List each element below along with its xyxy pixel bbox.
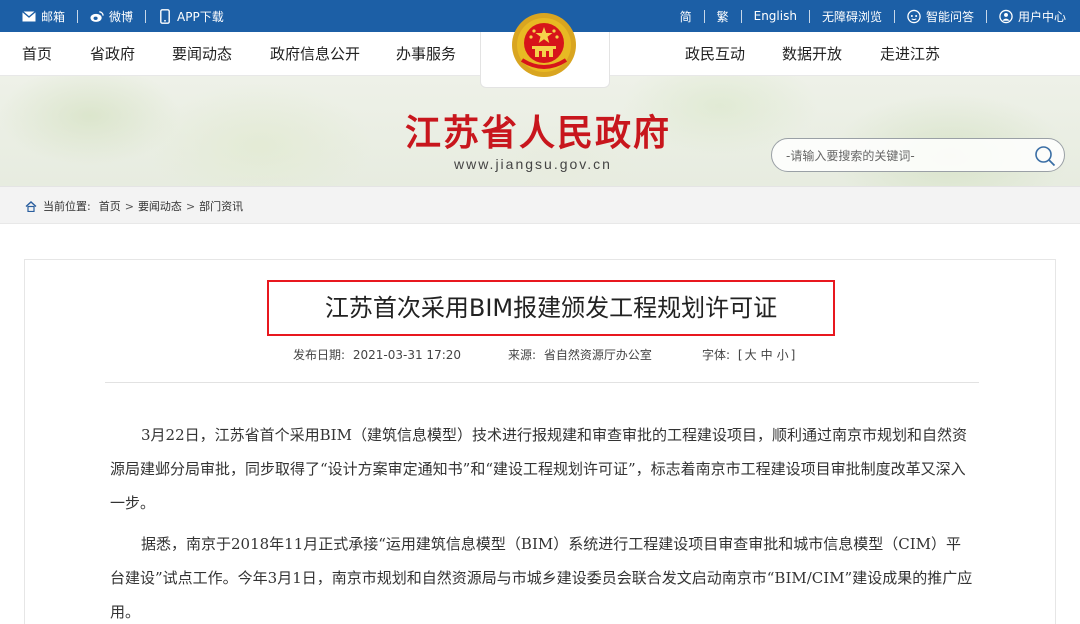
breadcrumb: 当前位置: 首页 > 要闻动态 > 部门资讯 (0, 186, 1080, 224)
user-center-label: 用户中心 (1017, 9, 1066, 24)
divider (77, 9, 79, 23)
article-paragraph: 3月22日，江苏省首个采用BIM（建筑信息模型）技术进行报规建和审查审批的工程建… (110, 426, 967, 512)
search-box (771, 138, 1065, 172)
font-size-small-button[interactable]: 小 (777, 348, 789, 362)
english-link[interactable]: English (754, 9, 797, 23)
article-title: 江苏首次采用BIM报建颁发工程规划许可证 (324, 294, 778, 322)
article-paragraph: 据悉，南京于2018年11月正式承接“运用建筑信息模型（BIM）系统进行工程建设… (110, 535, 973, 621)
title-divider (105, 382, 979, 383)
breadcrumb-news[interactable]: 要闻动态 (138, 198, 182, 214)
home-icon (25, 200, 37, 212)
source-label: 来源: (508, 348, 537, 362)
user-icon (999, 9, 1013, 23)
divider (740, 9, 742, 23)
breadcrumb-separator: > (185, 199, 196, 213)
font-size-bracket-close: ] (790, 348, 796, 362)
app-download-link[interactable]: APP下载 (158, 8, 224, 25)
breadcrumb-label: 当前位置: (43, 200, 91, 213)
breadcrumb-home[interactable]: 首页 (99, 198, 121, 214)
simplified-chinese-link[interactable]: 简 (680, 8, 692, 25)
font-size-large-button[interactable]: 大 (745, 348, 757, 362)
font-size-label: 字体: (702, 348, 731, 362)
divider (985, 9, 987, 23)
divider (145, 9, 147, 23)
mail-label: 邮箱 (41, 9, 66, 24)
nav-services[interactable]: 办事服务 (396, 32, 456, 76)
font-size-control: 字体: [大中小] (702, 346, 795, 363)
publish-date: 发布日期: 2021-03-31 17:20 (293, 346, 461, 363)
search-icon[interactable] (1034, 145, 1056, 167)
search-input[interactable] (786, 146, 1026, 166)
phone-icon (158, 8, 172, 24)
publish-date-label: 发布日期: (293, 348, 346, 362)
nav-open-data[interactable]: 数据开放 (782, 32, 842, 76)
divider (703, 9, 705, 23)
national-emblem-icon[interactable] (509, 10, 579, 80)
smart-qa-link[interactable]: 智能问答 (907, 8, 974, 25)
smart-qa-label: 智能问答 (925, 9, 974, 24)
article-source: 来源: 省自然资源厅办公室 (508, 346, 652, 363)
font-size-bracket-open: [ (737, 348, 743, 362)
breadcrumb-department-news[interactable]: 部门资讯 (199, 198, 243, 214)
font-size-medium-button[interactable]: 中 (761, 348, 773, 362)
user-center-link[interactable]: 用户中心 (999, 8, 1066, 25)
site-banner: 江苏省人民政府 www.jiangsu.gov.cn (0, 76, 1080, 186)
robot-icon (907, 9, 921, 23)
site-title: 江苏省人民政府 (405, 112, 672, 154)
traditional-chinese-link[interactable]: 繁 (717, 8, 729, 25)
weibo-label: 微博 (109, 9, 134, 24)
weibo-link[interactable]: 微博 (90, 8, 133, 25)
mail-icon (22, 9, 36, 23)
nav-info-disclosure[interactable]: 政府信息公开 (270, 32, 360, 76)
accessibility-link[interactable]: 无障碍浏览 (822, 8, 882, 25)
divider (893, 9, 895, 23)
nav-provincial-government[interactable]: 省政府 (90, 32, 135, 76)
divider (808, 9, 810, 23)
nav-news[interactable]: 要闻动态 (172, 32, 232, 76)
source-value: 省自然资源厅办公室 (543, 348, 652, 362)
weibo-icon (90, 9, 104, 23)
breadcrumb-separator: > (124, 199, 134, 213)
nav-interaction[interactable]: 政民互动 (685, 32, 745, 76)
mail-link[interactable]: 邮箱 (22, 8, 65, 25)
app-download-label: APP下载 (177, 9, 224, 24)
publish-date-value: 2021-03-31 17:20 (352, 348, 462, 362)
nav-home[interactable]: 首页 (22, 32, 52, 76)
nav-about-jiangsu[interactable]: 走进江苏 (880, 32, 940, 76)
site-url: www.jiangsu.gov.cn (454, 156, 612, 172)
